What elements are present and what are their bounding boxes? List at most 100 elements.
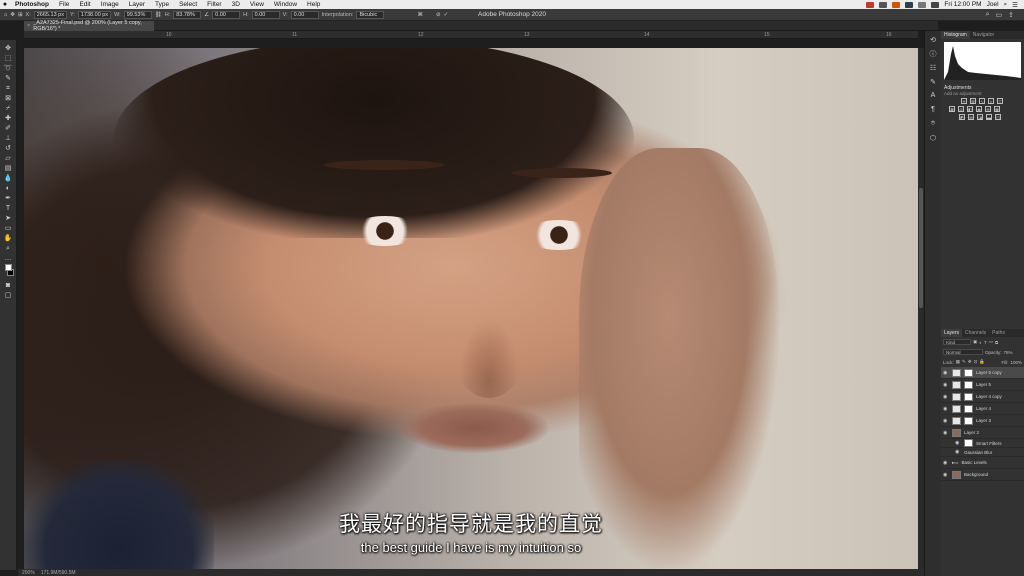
menu-filter[interactable]: Filter <box>202 1 226 8</box>
menu-edit[interactable]: Edit <box>74 1 95 8</box>
vertical-skew-field[interactable]: 0.00 <box>290 10 319 19</box>
posterize-icon[interactable]: ▤ <box>968 114 974 120</box>
link-icon[interactable]: ⛓ <box>155 12 162 18</box>
notification-center-icon[interactable]: ☰ <box>1012 1 1018 9</box>
tab-histogram[interactable]: Histogram <box>941 31 970 39</box>
visibility-eye-icon[interactable]: ◉ <box>943 370 949 376</box>
invert-icon[interactable]: ◩ <box>959 114 965 120</box>
layer-name[interactable]: Gaussian Blur <box>964 450 992 455</box>
layer-thumbnail[interactable] <box>952 380 961 389</box>
brush-tool-icon[interactable]: ✐ <box>3 124 14 132</box>
character-panel-icon[interactable]: A <box>928 91 938 100</box>
properties-panel-icon[interactable]: ☷ <box>928 63 938 72</box>
close-tab-icon[interactable]: × <box>27 23 30 29</box>
history-brush-tool-icon[interactable]: ↺ <box>3 144 14 152</box>
brushes-panel-icon[interactable]: ✎ <box>928 77 938 86</box>
layer-mask-thumbnail[interactable] <box>964 416 973 425</box>
layer-row[interactable]: ◉ Layer 3 <box>941 415 1024 427</box>
foreground-color-swatch[interactable] <box>4 264 12 271</box>
menu-3d[interactable]: 3D <box>227 1 245 8</box>
folder-icon[interactable]: ▸▭ <box>952 460 959 466</box>
x-position-field[interactable]: 2665.13 px <box>33 10 67 19</box>
tab-paths[interactable]: Paths <box>989 329 1008 337</box>
dodge-tool-icon[interactable]: ◐ <box>3 184 14 192</box>
visibility-eye-icon[interactable]: ◉ <box>955 449 961 455</box>
tray-app-icon[interactable] <box>879 1 888 8</box>
layer-name[interactable]: Layer 2 <box>964 430 979 435</box>
lock-position-icon[interactable]: ✥ <box>968 359 972 365</box>
wifi-icon[interactable] <box>918 1 927 8</box>
visibility-eye-icon[interactable]: ◉ <box>955 440 961 446</box>
visibility-eye-icon[interactable]: ◉ <box>943 394 949 400</box>
layer-mask-thumbnail[interactable] <box>964 380 973 389</box>
menu-file[interactable]: File <box>54 1 74 8</box>
layer-kind-filter[interactable]: Kind <box>943 339 971 345</box>
paragraph-panel-icon[interactable]: ¶ <box>928 105 938 114</box>
layer-name[interactable]: Layer 5 copy <box>976 370 1002 375</box>
selective-color-icon[interactable]: ◫ <box>995 114 1001 120</box>
height-field[interactable]: 83.78% <box>173 10 202 19</box>
interpolation-select[interactable]: Bicubic <box>356 10 385 19</box>
layer-row[interactable]: ◉ Layer 4 <box>941 403 1024 415</box>
channel-mixer-icon[interactable]: ⊕ <box>985 106 991 112</box>
curves-icon[interactable]: ∿ <box>979 98 985 104</box>
hue-saturation-icon[interactable]: ▦ <box>949 106 955 112</box>
more-tools-icon[interactable]: … <box>3 254 14 262</box>
history-panel-icon[interactable]: ⟲ <box>928 35 938 44</box>
filter-mask-thumbnail[interactable] <box>964 439 973 447</box>
marquee-tool-icon[interactable]: ⬚ <box>3 54 14 62</box>
tray-app-icon[interactable] <box>905 1 914 8</box>
menu-help[interactable]: Help <box>302 1 325 8</box>
document-info[interactable]: 171.9M/590.5M <box>41 570 76 576</box>
exposure-icon[interactable]: ± <box>988 98 994 104</box>
search-icon[interactable]: ⌕ <box>986 11 990 19</box>
menubar-user[interactable]: Joel <box>987 1 999 8</box>
blend-mode-select[interactable]: Normal <box>943 349 983 355</box>
crop-tool-icon[interactable]: ⌗ <box>3 84 14 92</box>
quick-mask-icon[interactable]: ◙ <box>3 281 14 289</box>
layer-thumbnail[interactable] <box>952 416 961 425</box>
horizontal-skew-field[interactable]: 0.00 <box>251 10 280 19</box>
lock-transparent-icon[interactable]: ▦ <box>956 359 960 365</box>
visibility-eye-icon[interactable]: ◉ <box>943 382 949 388</box>
layer-name[interactable]: Basic Levels <box>962 460 987 465</box>
eyedropper-tool-icon[interactable]: ⌿ <box>3 104 14 112</box>
menu-select[interactable]: Select <box>174 1 202 8</box>
lock-all-icon[interactable]: 🔒 <box>979 359 985 365</box>
smart-object-thumbnail[interactable] <box>952 428 961 437</box>
layer-name[interactable]: Layer 3 <box>976 418 991 423</box>
rectangle-tool-icon[interactable]: ▭ <box>3 224 14 232</box>
share-icon[interactable]: ⇪ <box>1008 11 1014 19</box>
tab-navigator[interactable]: Navigator <box>970 31 997 39</box>
screen-mode-icon[interactable]: ▢ <box>3 291 14 299</box>
photo-filter-icon[interactable]: ◉ <box>976 106 982 112</box>
hand-tool-icon[interactable]: ✋ <box>3 234 14 242</box>
layer-row[interactable]: ◉ Background <box>941 469 1024 481</box>
filter-adjustment-icon[interactable]: ◐ <box>979 340 982 345</box>
color-lookup-icon[interactable]: ▦ <box>994 106 1000 112</box>
layer-name[interactable]: Layer 4 copy <box>976 394 1002 399</box>
menu-view[interactable]: View <box>245 1 269 8</box>
menu-layer[interactable]: Layer <box>124 1 150 8</box>
angle-field[interactable]: 0.00 <box>212 10 241 19</box>
layer-thumbnail[interactable] <box>952 470 961 479</box>
layer-group-row[interactable]: ◉ ▸▭ Basic Levels <box>941 457 1024 469</box>
type-tool-icon[interactable]: T <box>3 204 14 212</box>
gradient-tool-icon[interactable]: ▤ <box>3 164 14 172</box>
menu-image[interactable]: Image <box>96 1 124 8</box>
black-white-icon[interactable]: ◧ <box>967 106 973 112</box>
layer-thumbnail[interactable] <box>952 392 961 401</box>
workspace-icon[interactable]: ▭ <box>996 11 1003 19</box>
frame-tool-icon[interactable]: ⊠ <box>3 94 14 102</box>
levels-icon[interactable]: ▥ <box>970 98 976 104</box>
quick-select-tool-icon[interactable]: ✎ <box>3 74 14 82</box>
adjustments-title[interactable]: Adjustments <box>941 83 1024 91</box>
smart-filters-row[interactable]: ◉ Smart Filters <box>941 439 1024 448</box>
color-balance-icon[interactable]: ⚖ <box>958 106 964 112</box>
layer-row[interactable]: ◉ Layer 4 copy <box>941 391 1024 403</box>
blur-tool-icon[interactable]: 💧 <box>3 174 14 182</box>
lock-image-icon[interactable]: ✎ <box>962 359 966 365</box>
scrollbar-thumb[interactable] <box>919 188 923 308</box>
document-canvas[interactable] <box>24 48 918 569</box>
tab-layers[interactable]: Layers <box>941 329 963 337</box>
